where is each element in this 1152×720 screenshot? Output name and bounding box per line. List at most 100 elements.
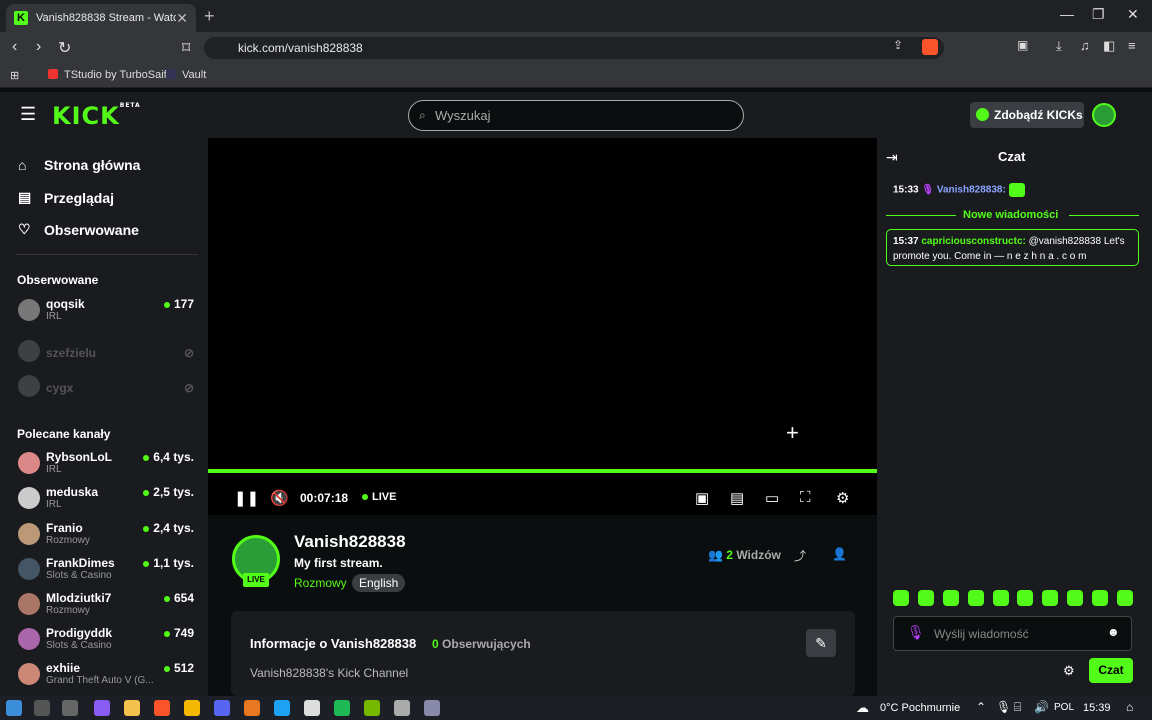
recommended-channel[interactable]: exhiie Grand Theft Auto V (G... 512 — [18, 661, 198, 691]
fullscreen-icon[interactable]: ⛶ — [800, 489, 811, 506]
close-window-icon[interactable]: ✕ — [1127, 6, 1139, 23]
bookmarks-bar: ⊞ TStudio by TurboSaif Vault — [0, 64, 1152, 88]
mic-tray-icon[interactable]: 🎙 — [996, 700, 1011, 714]
theater-mode-icon[interactable]: ▭ — [765, 489, 779, 507]
settings-gear-icon[interactable]: ⚙ — [836, 489, 849, 507]
chat-settings-icon[interactable]: ⚙ — [1063, 663, 1075, 679]
followed-channel-qoqsik[interactable]: qoqsik IRL 177 — [18, 297, 198, 327]
kick-taskbar-icon[interactable] — [304, 700, 320, 716]
discord-icon[interactable] — [214, 700, 230, 716]
close-tab-icon[interactable]: ✕ — [176, 10, 188, 27]
progress-bar[interactable] — [208, 469, 877, 473]
edge-icon[interactable] — [274, 700, 290, 716]
channel-name[interactable]: Vanish828838 — [294, 532, 406, 552]
volume-icon[interactable]: 🔊 — [1034, 700, 1049, 714]
mic-icon[interactable]: 🎙 — [907, 624, 925, 641]
share-icon[interactable]: ⤴ — [794, 547, 806, 564]
follow-icon[interactable]: 👤 — [832, 547, 847, 561]
followed-channel-szefzielu[interactable]: szefzielu ⊘ — [18, 338, 198, 368]
brave-shield-icon[interactable] — [922, 39, 938, 55]
emote-icon[interactable] — [967, 590, 984, 606]
nvidia-icon[interactable] — [364, 700, 380, 716]
get-kicks-button[interactable]: Zdobądź KICKs — [970, 102, 1084, 128]
recommended-channel[interactable]: Franio Rozmowy 2,4 tys. — [18, 521, 198, 551]
windows-start-icon[interactable] — [6, 700, 22, 716]
notification-icon[interactable]: ⌂ — [1126, 700, 1133, 714]
recommended-channel[interactable]: RybsonLoL IRL 6,4 tys. — [18, 450, 198, 480]
divider-line — [886, 215, 956, 216]
kick-logo[interactable]: KICKBETA — [52, 102, 141, 130]
send-chat-button[interactable]: Czat — [1089, 658, 1133, 683]
message-user[interactable]: capriciousconstructc: — [921, 236, 1025, 247]
copilot-icon[interactable] — [94, 700, 110, 716]
emote-icon[interactable] — [992, 590, 1009, 606]
recommended-channel[interactable]: meduska IRL 2,5 tys. — [18, 485, 198, 515]
bookmark-icon[interactable]: ⌑ — [182, 38, 190, 58]
search-input[interactable]: ⌕ Wyszukaj — [408, 100, 744, 131]
message-user[interactable]: Vanish828838: — [937, 185, 1006, 196]
mute-icon[interactable]: 🔇 — [270, 489, 289, 507]
address-bar[interactable]: kick.com/vanish828838 — [204, 37, 944, 59]
sidebar-item-home[interactable]: ⌂ Strona główna — [18, 157, 140, 173]
bookmark-tstudio[interactable]: TStudio by TurboSaif — [64, 69, 167, 81]
apps-icon[interactable]: ⊞ — [10, 69, 19, 82]
forward-icon[interactable]: › — [36, 38, 41, 56]
stream-category[interactable]: Rozmowy — [294, 576, 347, 590]
emote-icon[interactable] — [1017, 590, 1034, 606]
file-explorer-icon[interactable] — [124, 700, 140, 716]
brave-icon[interactable] — [154, 700, 170, 716]
task-view-icon[interactable] — [62, 700, 78, 716]
sidebar-item-browse[interactable]: ▤ Przeglądaj — [18, 189, 114, 206]
emote-icon[interactable] — [1042, 590, 1059, 606]
emote-icon — [1008, 183, 1025, 197]
emote-icon[interactable] — [917, 590, 934, 606]
emote-icon[interactable] — [893, 590, 909, 606]
clock[interactable]: 15:39 — [1083, 702, 1111, 714]
hamburger-menu-icon[interactable]: ☰ — [20, 104, 36, 125]
download-icon[interactable]: ⤓ — [1056, 38, 1062, 54]
user-avatar[interactable] — [1092, 103, 1116, 127]
miniplayer-icon[interactable]: ▣ — [695, 489, 709, 507]
pause-icon[interactable]: ❚❚ — [234, 489, 259, 507]
screenshot-icon[interactable]: ▣ — [1017, 38, 1028, 52]
tray-chevron-icon[interactable]: ⌃ — [976, 700, 986, 714]
chat-input[interactable]: Wyślij wiadomość — [893, 616, 1132, 651]
emote-icon[interactable] — [1092, 590, 1108, 606]
edit-icon[interactable]: ✎ — [806, 629, 836, 657]
weather-text[interactable]: 0°C Pochmurnie — [880, 702, 960, 714]
emoji-icon[interactable]: ☻ — [1107, 625, 1120, 639]
reload-icon[interactable]: ↻ — [58, 38, 71, 58]
kicks-icon — [976, 108, 989, 121]
spotify-icon[interactable] — [334, 700, 350, 716]
menu-icon[interactable]: ≡ — [1128, 38, 1136, 53]
app-icon[interactable] — [244, 700, 260, 716]
app-icon[interactable] — [394, 700, 410, 716]
app-icon[interactable] — [424, 700, 440, 716]
collapse-chat-icon[interactable]: ⇥ — [886, 149, 898, 166]
music-icon[interactable]: ♫ — [1080, 38, 1090, 53]
recommended-channel[interactable]: Mlodziutki7 Rozmowy 654 — [18, 591, 198, 621]
minimize-icon[interactable]: — — [1060, 6, 1074, 22]
followed-channel-cygx[interactable]: cygx ⊘ — [18, 373, 198, 403]
sidebar-toggle-icon[interactable]: ◧ — [1103, 38, 1115, 54]
video-player[interactable] — [208, 138, 877, 515]
recommended-channel[interactable]: Prodigyddk Slots & Casino 749 — [18, 626, 198, 656]
bookmark-vault[interactable]: Vault — [182, 69, 206, 81]
maximize-icon[interactable]: ❐ — [1092, 6, 1105, 23]
app-icon[interactable] — [184, 700, 200, 716]
emote-icon[interactable] — [1116, 590, 1133, 606]
sidebar-item-following[interactable]: ♡ Obserwowane — [18, 221, 139, 238]
recommended-channel[interactable]: FrankDimes Slots & Casino 1,1 tys. — [18, 556, 198, 586]
taskbar-search-icon[interactable] — [34, 700, 50, 716]
back-icon[interactable]: ‹ — [12, 38, 17, 56]
language-indicator[interactable]: POL — [1054, 702, 1074, 713]
clip-icon[interactable]: ▤ — [730, 489, 744, 507]
new-tab-icon[interactable]: + — [204, 6, 215, 27]
network-icon[interactable]: ⌸ — [1014, 700, 1021, 715]
share-page-icon[interactable]: ⇪ — [893, 38, 903, 52]
viewers-label: Widzów — [736, 548, 781, 562]
emote-icon[interactable] — [1067, 590, 1084, 606]
language-tag[interactable]: English — [352, 574, 406, 592]
emote-icon[interactable] — [942, 590, 959, 606]
browser-tab[interactable]: K Vanish828838 Stream - Watch Li✕ — [6, 4, 196, 32]
